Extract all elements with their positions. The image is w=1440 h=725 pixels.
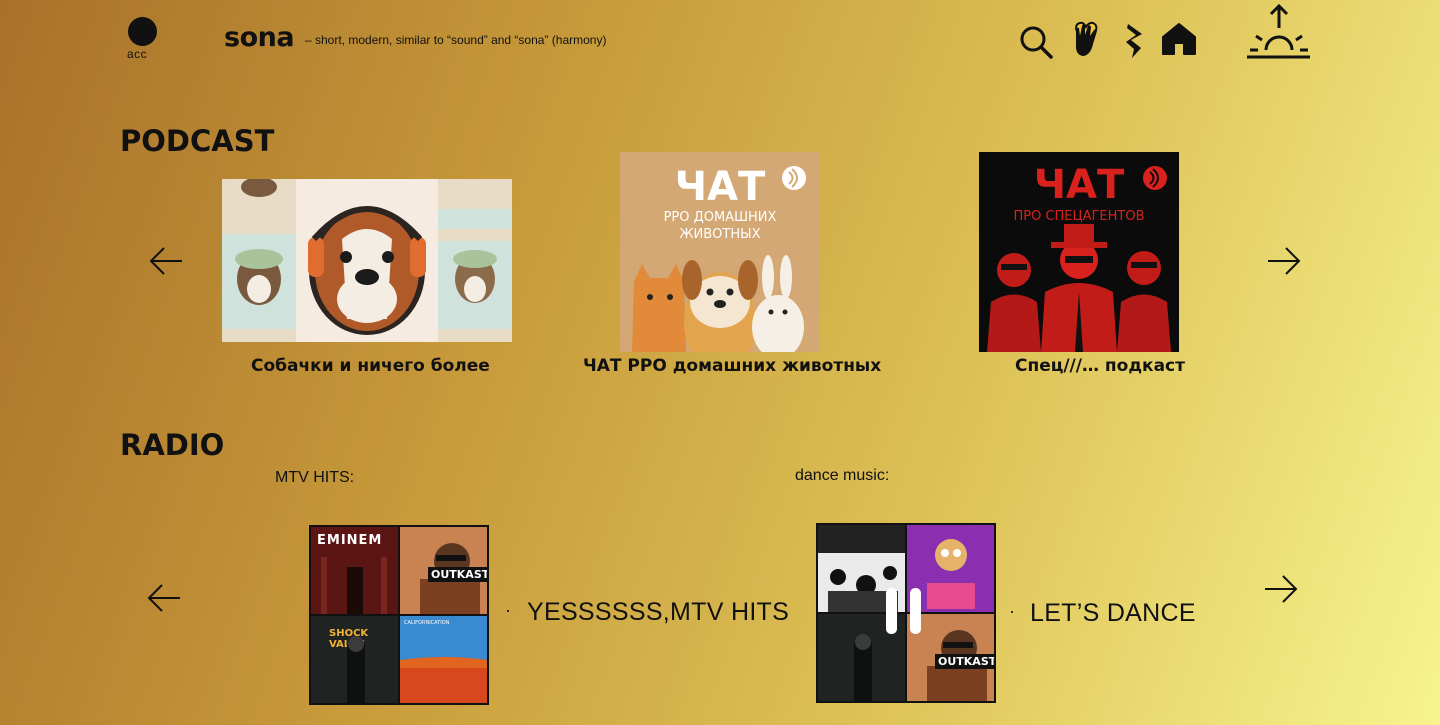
- podcast-next-arrow-icon[interactable]: [1266, 245, 1302, 277]
- account-label[interactable]: acc: [127, 47, 147, 61]
- avatar[interactable]: [128, 17, 157, 46]
- bullet: ·: [505, 600, 511, 620]
- album-tile: SHOCK VALUE: [311, 616, 398, 703]
- bullet: ·: [1009, 601, 1015, 621]
- logo[interactable]: sona: [224, 22, 295, 53]
- radio-prev-arrow-icon[interactable]: [146, 582, 182, 614]
- search-icon[interactable]: [1019, 25, 1053, 59]
- podcast-cover-dogs[interactable]: [222, 179, 512, 342]
- station-subtitle: dance music:: [795, 467, 890, 484]
- podcast-cover-pets[interactable]: ЧАТ PPO ДОМАШНИХ ЖИВОТНЫХ: [620, 152, 820, 352]
- station-cover-mtv[interactable]: EMINEM OUTKAST SHOCK VALUE CALIFORNICATI…: [309, 525, 489, 705]
- home-icon[interactable]: [1161, 22, 1197, 56]
- station-subtitle: MTV HITS:: [275, 469, 355, 486]
- station-title[interactable]: LET’S DANCE: [1030, 599, 1196, 628]
- podcast-caption[interactable]: Собачки и ничего более: [251, 356, 490, 376]
- tagline: – short, modern, similar to “sound” and …: [305, 33, 607, 47]
- podcast-cover-agents[interactable]: ЧАТ ПРО СПЕЦАГЕНТОВ: [979, 152, 1179, 352]
- podcast-prev-arrow-icon[interactable]: [148, 245, 184, 277]
- station-title[interactable]: YESSSSSS,MTV HITS: [527, 598, 789, 627]
- album-tile: CALIFORNICATION: [400, 616, 487, 703]
- bolt-icon[interactable]: [1124, 22, 1146, 60]
- album-tile: EMINEM: [311, 527, 398, 614]
- podcast-caption[interactable]: ЧАТ PPO домашних животных: [583, 356, 881, 376]
- radio-next-arrow-icon[interactable]: [1263, 573, 1299, 605]
- sunrise-icon[interactable]: [1244, 2, 1314, 62]
- album-tile: OUTKAST: [400, 527, 487, 614]
- podcast-section-title: PODCAST: [120, 124, 275, 158]
- podcast-caption[interactable]: Спец///… подкаст: [1015, 356, 1185, 376]
- heart-hand-icon[interactable]: [1071, 20, 1107, 60]
- radio-section-title: RADIO: [120, 428, 225, 462]
- pause-icon[interactable]: [884, 588, 924, 634]
